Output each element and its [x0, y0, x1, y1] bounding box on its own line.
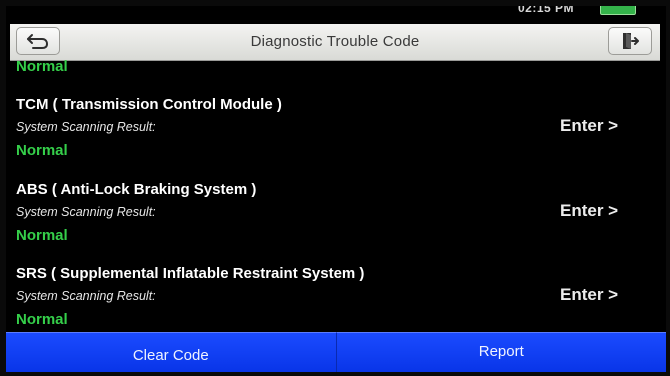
- report-button[interactable]: Report: [336, 332, 666, 372]
- module-result: Normal: [16, 142, 68, 159]
- partial-status-text: Normal: [16, 60, 68, 75]
- status-bar: 02:15 PM: [6, 6, 666, 24]
- module-list: Normal TCM ( Transmission Control Module…: [16, 60, 656, 332]
- module-result: Normal: [16, 311, 68, 328]
- enter-abs-button[interactable]: Enter >: [560, 201, 618, 221]
- header: Diagnostic Trouble Code: [10, 24, 660, 61]
- enter-tcm-button[interactable]: Enter >: [560, 116, 618, 136]
- exit-button[interactable]: [608, 27, 652, 55]
- module-title: ABS ( Anti-Lock Braking System ): [16, 181, 257, 198]
- module-subtitle: System Scanning Result:: [16, 289, 156, 303]
- module-title: TCM ( Transmission Control Module ): [16, 96, 282, 113]
- module-subtitle: System Scanning Result:: [16, 120, 156, 134]
- clear-code-button[interactable]: Clear Code: [6, 332, 337, 372]
- exit-icon: [623, 33, 639, 49]
- module-result: Normal: [16, 227, 68, 244]
- page-title: Diagnostic Trouble Code: [250, 33, 420, 50]
- enter-srs-button[interactable]: Enter >: [560, 285, 618, 305]
- footer-toolbar: Clear Code Report: [6, 332, 666, 372]
- module-title: SRS ( Supplemental Inflatable Restraint …: [16, 265, 365, 282]
- module-item-tcm: TCM ( Transmission Control Module ) Syst…: [16, 96, 656, 180]
- module-subtitle: System Scanning Result:: [16, 205, 156, 219]
- module-item-abs: ABS ( Anti-Lock Braking System ) System …: [16, 181, 656, 265]
- status-time: 02:15 PM: [517, 6, 574, 15]
- screen: 02:15 PM Diagnostic Trouble Code Normal …: [6, 6, 666, 372]
- battery-icon: [600, 6, 636, 15]
- module-item-srs: SRS ( Supplemental Inflatable Restraint …: [16, 265, 656, 332]
